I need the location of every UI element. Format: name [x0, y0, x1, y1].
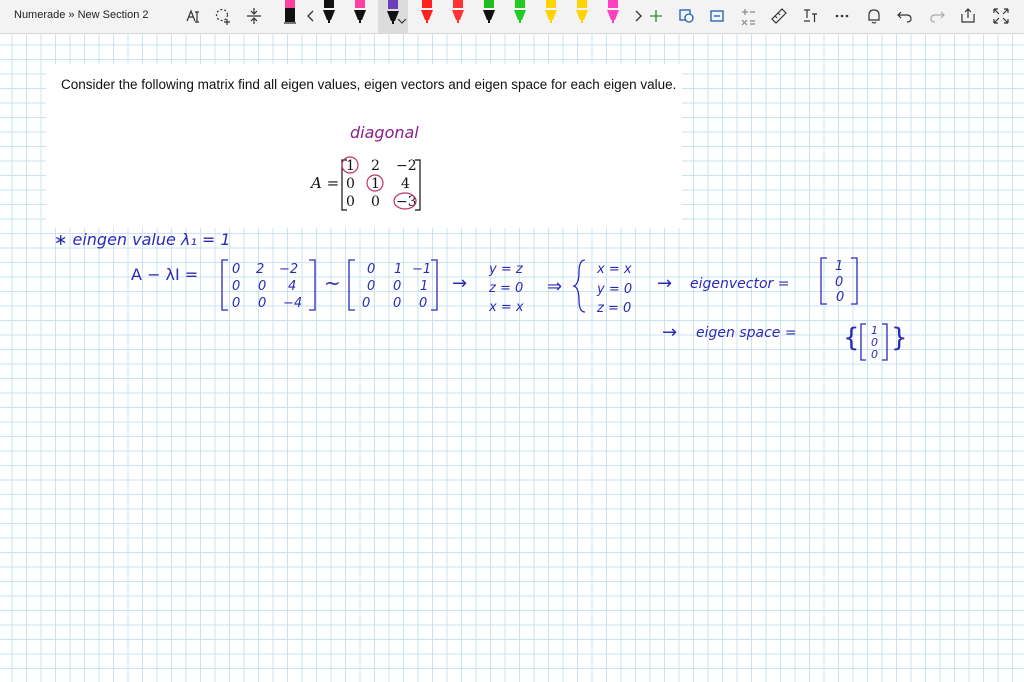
bell-icon[interactable] [864, 6, 884, 26]
m2-cell: 1 [394, 262, 402, 277]
vector-left-bracket [820, 257, 827, 305]
matrix-cell: 2 [371, 158, 380, 174]
pen-magenta-icon[interactable] [604, 0, 622, 28]
m2-cell: 0 [362, 296, 370, 311]
m2-cell: 0 [367, 262, 375, 277]
arrow-symbol: → [452, 273, 467, 294]
arrow-symbol: → [662, 322, 677, 343]
pen-yellow-icon[interactable] [542, 0, 560, 28]
m1-cell: 0 [232, 262, 240, 277]
matrix-cell: 0 [346, 176, 355, 192]
add-space-icon[interactable] [213, 6, 233, 26]
m1-cell: 0 [232, 279, 240, 294]
math-icon[interactable] [738, 6, 758, 26]
pen-black-3-icon[interactable] [351, 0, 369, 28]
implies-symbol: ⇒ [547, 276, 562, 297]
m2-cell: 1 [420, 279, 428, 294]
matrix-label: A = [309, 174, 339, 192]
ink-to-text-icon[interactable] [800, 6, 820, 26]
space-left-bracket [860, 323, 866, 361]
equation: x = x [488, 300, 524, 315]
eigen-value-line: ∗ eingen value λ₁ = 1 [54, 230, 231, 249]
pen-black-2-icon[interactable] [320, 0, 338, 28]
equation: x = x [596, 262, 632, 277]
vector-cell: 1 [835, 259, 843, 274]
note-canvas[interactable]: Consider the following matrix find all e… [0, 34, 1024, 682]
m2-cell: 0 [367, 279, 375, 294]
insert-space-icon[interactable] [244, 6, 264, 26]
chevron-down-icon[interactable] [396, 15, 408, 27]
m2-right-bracket [431, 259, 438, 311]
ribbon-toolbar: Numerade » New Section 2 [0, 0, 1024, 34]
lasso-select-icon[interactable] [183, 6, 203, 26]
lhs-expression: A − λI = [131, 265, 198, 284]
arrow-symbol: → [657, 273, 672, 294]
matrix-cell: 0 [371, 194, 380, 210]
system-brace [572, 259, 586, 313]
m2-cell: 0 [393, 296, 401, 311]
expand-icon[interactable] [991, 6, 1011, 26]
space-right-bracket [882, 323, 888, 361]
left-brace: { [843, 323, 860, 353]
vector-cell: 0 [836, 290, 844, 305]
m1-cell: 0 [258, 279, 266, 294]
space-cell: 0 [871, 348, 878, 361]
matrix-cell: 0 [346, 194, 355, 210]
matrix-annotation: diagonal [350, 123, 419, 142]
right-brace: } [891, 323, 908, 353]
matrix-cell: −2 [396, 158, 417, 174]
pen-yellow-2-icon[interactable] [573, 0, 591, 28]
pen-green-icon[interactable] [511, 0, 529, 28]
ink-layer: diagonal A = 1 2 −2 0 1 4 0 0 −3 ∗ einge… [54, 123, 908, 361]
equation: y = z [488, 262, 524, 277]
equation: z = 0 [488, 281, 523, 296]
eigen-space-label: eigen space = [696, 325, 797, 341]
vector-right-bracket [851, 257, 858, 305]
m1-cell: 2 [256, 262, 264, 277]
ink-to-shape-icon[interactable] [707, 6, 727, 26]
m2-left-bracket [348, 259, 355, 311]
breadcrumb[interactable]: Numerade » New Section 2 [14, 9, 149, 21]
redo-icon[interactable] [927, 6, 947, 26]
pen-black-4-icon[interactable] [480, 0, 498, 28]
m2-cell: −1 [412, 262, 431, 277]
m2-cell: 0 [393, 279, 401, 294]
m1-cell: −4 [283, 296, 302, 311]
shapes-icon[interactable] [677, 6, 697, 26]
m1-left-bracket [221, 259, 228, 311]
pen-black-icon[interactable] [281, 0, 299, 28]
m2-cell: 0 [419, 296, 427, 311]
ruler-icon[interactable] [769, 6, 789, 26]
equation: y = 0 [596, 282, 632, 297]
add-pen-icon[interactable] [646, 6, 666, 26]
more-icon[interactable] [832, 6, 852, 26]
matrix-cell: 4 [401, 176, 410, 192]
m1-cell: 4 [288, 279, 296, 294]
pen-red-icon[interactable] [418, 0, 436, 28]
equation: z = 0 [596, 301, 631, 316]
vector-cell: 0 [835, 275, 843, 290]
m1-right-bracket [309, 259, 316, 311]
pen-red-2-icon[interactable] [449, 0, 467, 28]
scroll-left-icon[interactable] [301, 6, 321, 26]
m1-cell: 0 [232, 296, 240, 311]
m1-cell: 0 [258, 296, 266, 311]
m1-cell: −2 [279, 262, 298, 277]
tilde-symbol: ~ [324, 271, 341, 295]
share-icon[interactable] [958, 6, 978, 26]
eigen-vector-label: eigenvector = [690, 276, 789, 292]
scroll-right-icon[interactable] [628, 6, 648, 26]
undo-icon[interactable] [895, 6, 915, 26]
